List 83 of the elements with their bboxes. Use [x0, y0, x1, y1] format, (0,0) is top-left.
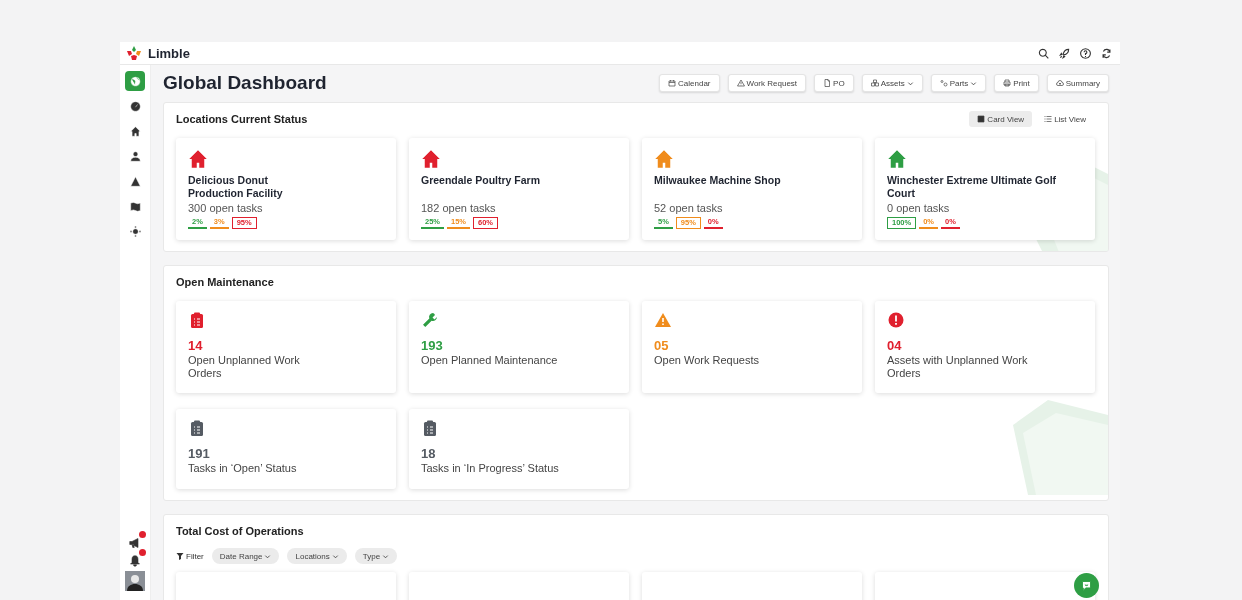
- person-icon: [129, 150, 141, 162]
- view-toggle[interactable]: Card View: [969, 111, 1033, 127]
- filter-dropdown[interactable]: Type: [354, 548, 398, 564]
- stat-label: Tasks in ‘In Progress’ Status: [421, 462, 560, 475]
- open-tasks: 0 open tasks: [887, 202, 951, 214]
- stat-value: 193: [421, 338, 444, 353]
- chat-icon: [1080, 579, 1093, 592]
- stat-card[interactable]: 04 Assets with Unplanned Work Orders: [875, 301, 1095, 393]
- toolbar-button[interactable]: Calendar: [659, 74, 720, 92]
- logo-icon: [126, 45, 142, 61]
- warning-icon: [655, 312, 671, 328]
- filter-dropdown[interactable]: Date Range: [211, 548, 280, 564]
- toolbar-button[interactable]: PO: [814, 74, 854, 92]
- open-tasks: 182 open tasks: [421, 202, 497, 214]
- list-icon: [1044, 115, 1053, 123]
- printer-icon: [1003, 79, 1012, 87]
- document-icon: [823, 79, 832, 87]
- stat-label: Assets with Unplanned Work Orders: [887, 354, 1029, 380]
- wrench-icon: [422, 312, 438, 328]
- settings-icon: [129, 225, 141, 237]
- warning-icon: [129, 175, 141, 187]
- caret-icon: [970, 79, 978, 87]
- map-icon: [129, 200, 141, 212]
- stat-value: 04: [887, 338, 903, 353]
- toolbar-button[interactable]: Summary: [1046, 74, 1109, 92]
- stat-label: Open Unplanned Work Orders: [188, 354, 301, 380]
- caret-icon: [382, 552, 390, 560]
- filter-label: Filter: [176, 551, 204, 561]
- stat-value: 14: [188, 338, 204, 353]
- open-tasks: 52 open tasks: [654, 202, 724, 214]
- stat-label: Tasks in ‘Open’ Status: [188, 462, 298, 475]
- cubes-icon: [870, 79, 879, 87]
- stat-label: Open Planned Maintenance: [421, 354, 559, 367]
- notification-dot: [139, 531, 146, 538]
- caret-icon: [906, 79, 914, 87]
- warning-icon: [736, 79, 745, 87]
- dropdown-button[interactable]: Assets: [861, 74, 923, 92]
- caret-icon: [331, 552, 339, 560]
- location-name: Winchester Extreme Ultimate Golf Court: [887, 174, 1058, 200]
- section-title: Total Cost of Operations: [176, 525, 304, 537]
- stat-value: 18: [421, 446, 437, 461]
- brand-name: Limble: [148, 45, 190, 61]
- view-toggle[interactable]: List View: [1036, 111, 1094, 127]
- cloud-upload-icon: [1055, 79, 1064, 87]
- location-name: Delicious Donut Production Facility: [188, 174, 284, 200]
- section-title: Locations Current Status: [176, 113, 308, 125]
- stat-label: Open Work Requests: [654, 354, 760, 367]
- calendar-icon: [668, 79, 677, 87]
- filter-dropdown[interactable]: Locations: [287, 548, 347, 564]
- clipboard-icon: [422, 420, 438, 436]
- location-name: Greendale Poultry Farm: [421, 174, 542, 188]
- clipboard-icon: [189, 312, 205, 328]
- square-icon: [977, 115, 986, 123]
- alert-icon: [888, 312, 904, 328]
- location-name: Milwaukee Machine Shop: [654, 174, 782, 188]
- stat-card[interactable]: 05 Open Work Requests: [642, 301, 862, 393]
- stat-card[interactable]: 191 Tasks in ‘Open’ Status: [176, 409, 396, 489]
- toolbar-button[interactable]: Print: [994, 74, 1039, 92]
- filter-icon: [176, 552, 184, 560]
- globe-icon: [129, 75, 141, 87]
- section-title: Open Maintenance: [176, 276, 274, 288]
- help-icon[interactable]: [1080, 47, 1091, 59]
- avatar[interactable]: [125, 571, 145, 591]
- stat-card[interactable]: 18 Tasks in ‘In Progress’ Status: [409, 409, 629, 489]
- caret-icon: [264, 552, 272, 560]
- dropdown-button[interactable]: Parts: [930, 74, 987, 92]
- open-tasks: 300 open tasks: [188, 202, 264, 214]
- stat-value: 191: [188, 446, 211, 461]
- rocket-icon[interactable]: [1059, 47, 1070, 59]
- clipboard-icon: [189, 420, 205, 436]
- toolbar-button[interactable]: Work Request: [727, 74, 807, 92]
- gauge-icon: [129, 100, 141, 112]
- page-title: Global Dashboard: [163, 72, 327, 94]
- megaphone-icon[interactable]: [129, 537, 141, 549]
- stat-value: 05: [654, 338, 670, 353]
- notification-dot: [139, 549, 146, 556]
- stat-card[interactable]: 193 Open Planned Maintenance: [409, 301, 629, 393]
- gears-icon: [939, 79, 948, 87]
- stat-card[interactable]: 14 Open Unplanned Work Orders: [176, 301, 396, 393]
- refresh-icon[interactable]: [1101, 47, 1112, 59]
- search-icon[interactable]: [1038, 47, 1049, 59]
- bell-icon[interactable]: [129, 555, 141, 567]
- home-icon: [129, 125, 141, 137]
